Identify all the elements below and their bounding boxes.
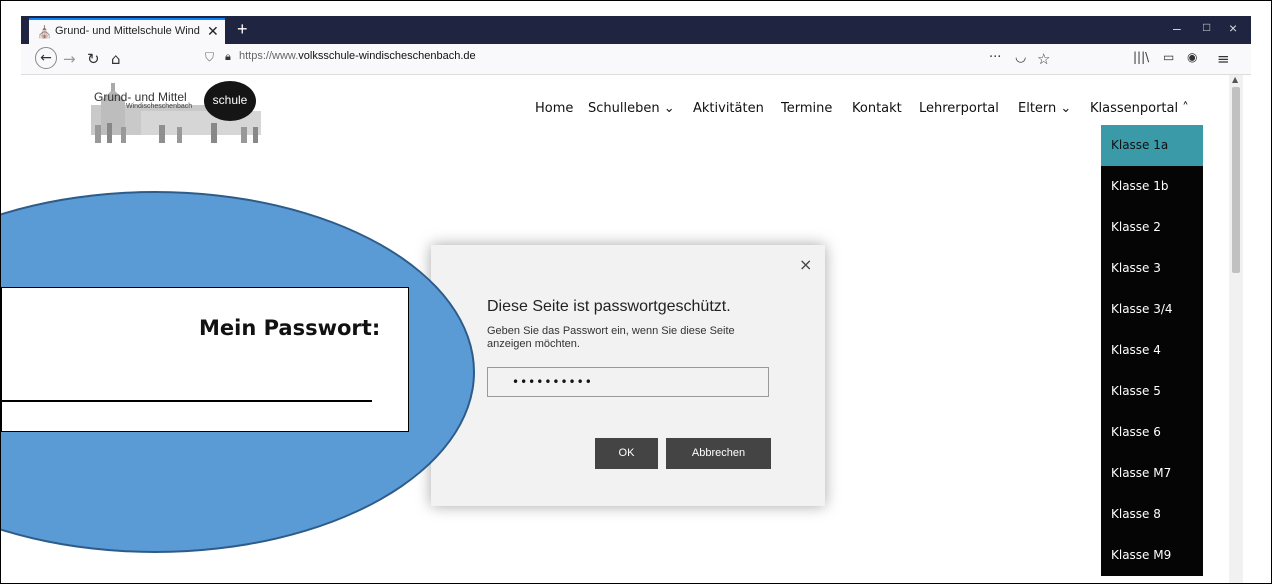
school-logo[interactable]: Grund- und Mittel Windischeschenbach sch…: [81, 81, 271, 153]
dropdown-item-klasse-3-4[interactable]: Klasse 3/4: [1101, 289, 1203, 330]
klassenportal-dropdown: Klasse 1a Klasse 1b Klasse 2 Klasse 3 Kl…: [1101, 125, 1203, 576]
password-note-label: Mein Passwort:: [199, 316, 381, 340]
close-window-icon[interactable]: ×: [1229, 20, 1237, 36]
url-prefix: https://www.: [239, 50, 299, 62]
back-icon[interactable]: ←: [35, 47, 57, 69]
shield-icon[interactable]: ⛉: [205, 50, 214, 65]
page-scrollbar[interactable]: ▲: [1229, 75, 1243, 583]
navigation-toolbar: ← → ↻ ⌂ ⛉ 🔒︎ https://www.volksschule-win…: [21, 44, 1251, 75]
menu-icon[interactable]: ≡: [1217, 50, 1230, 68]
dropdown-item-klasse-m9[interactable]: Klasse M9: [1101, 535, 1203, 576]
ok-button[interactable]: OK: [595, 438, 658, 469]
nav-termine[interactable]: Termine: [781, 101, 832, 116]
dropdown-item-klasse-4[interactable]: Klasse 4: [1101, 330, 1203, 371]
logo-subtitle: Windischeschenbach: [126, 103, 193, 110]
lock-icon[interactable]: 🔒︎: [225, 50, 231, 64]
dropdown-item-klasse-6[interactable]: Klasse 6: [1101, 412, 1203, 453]
password-dialog: × Diese Seite ist passwortgeschützt. Geb…: [431, 245, 825, 506]
cancel-button[interactable]: Abbrechen: [666, 438, 771, 469]
dropdown-item-klasse-3[interactable]: Klasse 3: [1101, 248, 1203, 289]
dropdown-item-klasse-5[interactable]: Klasse 5: [1101, 371, 1203, 412]
close-tab-icon[interactable]: ✕: [207, 23, 219, 40]
home-icon[interactable]: ⌂: [111, 50, 121, 68]
dropdown-item-klasse-1b[interactable]: Klasse 1b: [1101, 166, 1203, 207]
school-favicon-icon: ⛪: [37, 25, 52, 39]
nav-eltern[interactable]: Eltern ⌄: [1018, 101, 1071, 116]
password-input[interactable]: ••••••••••: [487, 367, 769, 397]
nav-lehrerportal[interactable]: Lehrerportal: [919, 101, 999, 116]
nav-klassenportal[interactable]: Klassenportal ˄: [1090, 101, 1189, 116]
nav-kontakt[interactable]: Kontakt: [852, 101, 902, 116]
restore-icon[interactable]: □: [1203, 20, 1210, 34]
dropdown-item-klasse-m7[interactable]: Klasse M7: [1101, 453, 1203, 494]
logo-circle: schule: [204, 81, 256, 121]
sidebar-icon[interactable]: ▭: [1163, 50, 1174, 64]
bookmark-star-icon[interactable]: ☆: [1037, 50, 1050, 68]
nav-aktivitaeten[interactable]: Aktivitäten: [693, 101, 764, 116]
new-tab-button[interactable]: +: [237, 19, 248, 40]
screenshot-frame: ⛪ Grund- und Mittelschule Windi... ✕ + –…: [0, 0, 1272, 584]
tab-title: Grund- und Mittelschule Windi...: [55, 25, 200, 37]
more-icon[interactable]: ···: [989, 50, 1001, 65]
dialog-close-icon[interactable]: ×: [799, 255, 812, 274]
url-domain: volksschule-windischeschenbach.de: [298, 50, 476, 62]
dialog-text: Geben Sie das Passwort ein, wenn Sie die…: [487, 325, 735, 350]
nav-schulleben[interactable]: Schulleben ⌄: [588, 101, 675, 116]
dropdown-item-klasse-1a[interactable]: Klasse 1a: [1101, 125, 1203, 166]
dialog-title: Diese Seite ist passwortgeschützt.: [487, 298, 731, 315]
dropdown-item-klasse-2[interactable]: Klasse 2: [1101, 207, 1203, 248]
account-icon[interactable]: ◉: [1187, 50, 1197, 64]
password-write-line: [2, 400, 372, 402]
browser-tab[interactable]: ⛪ Grund- und Mittelschule Windi... ✕: [29, 18, 225, 44]
library-icon[interactable]: |||\: [1133, 50, 1149, 64]
logo-text: Grund- und Mittel: [94, 90, 187, 104]
reload-icon[interactable]: ↻: [87, 50, 100, 68]
forward-icon[interactable]: →: [63, 50, 76, 68]
password-note-box: Mein Passwort:: [1, 287, 409, 432]
minimize-icon[interactable]: –: [1173, 20, 1181, 36]
dropdown-item-klasse-8[interactable]: Klasse 8: [1101, 494, 1203, 535]
scrollbar-thumb[interactable]: [1232, 87, 1240, 273]
nav-home[interactable]: Home: [535, 101, 573, 116]
url-bar[interactable]: https://www.volksschule-windischeschenba…: [239, 50, 476, 62]
tab-bar: ⛪ Grund- und Mittelschule Windi... ✕ + –…: [21, 16, 1251, 44]
scroll-up-icon[interactable]: ▲: [1232, 75, 1238, 84]
pocket-icon[interactable]: ◡: [1015, 50, 1026, 65]
